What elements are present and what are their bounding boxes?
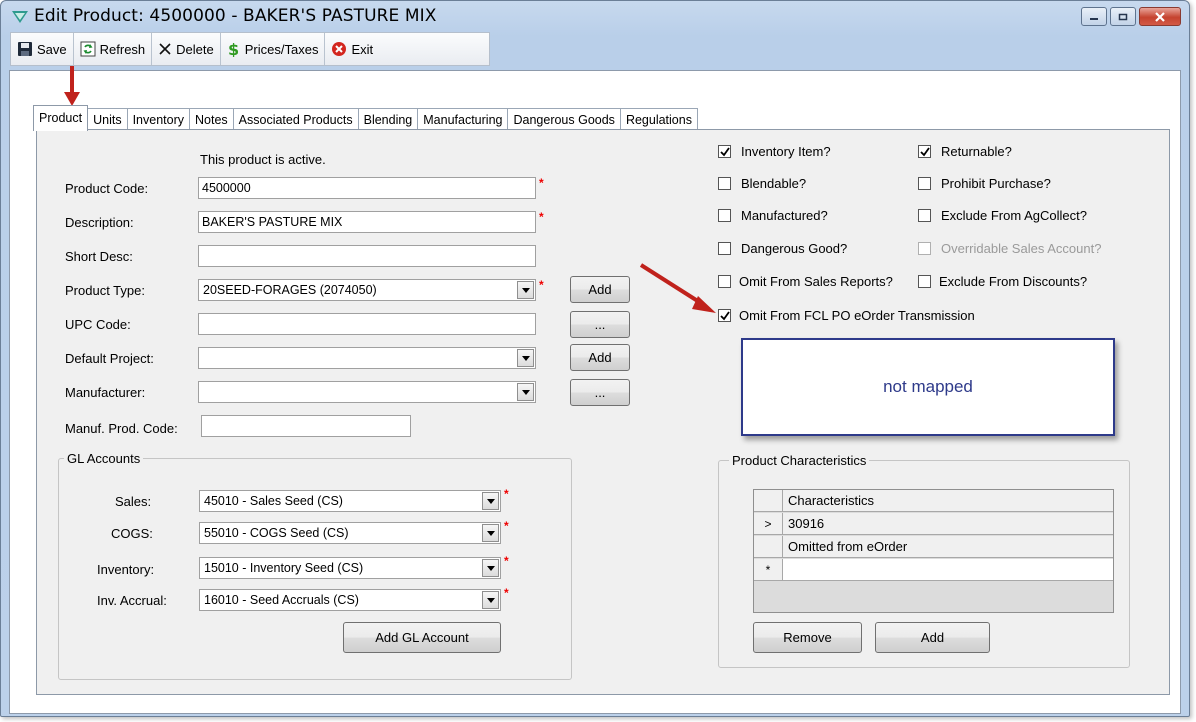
arrow-to-product-tab bbox=[64, 66, 80, 106]
arrow-to-omit-fcl-checkbox bbox=[639, 263, 716, 313]
annotation-arrows bbox=[64, 66, 716, 313]
tab-product[interactable]: Product bbox=[33, 105, 89, 131]
